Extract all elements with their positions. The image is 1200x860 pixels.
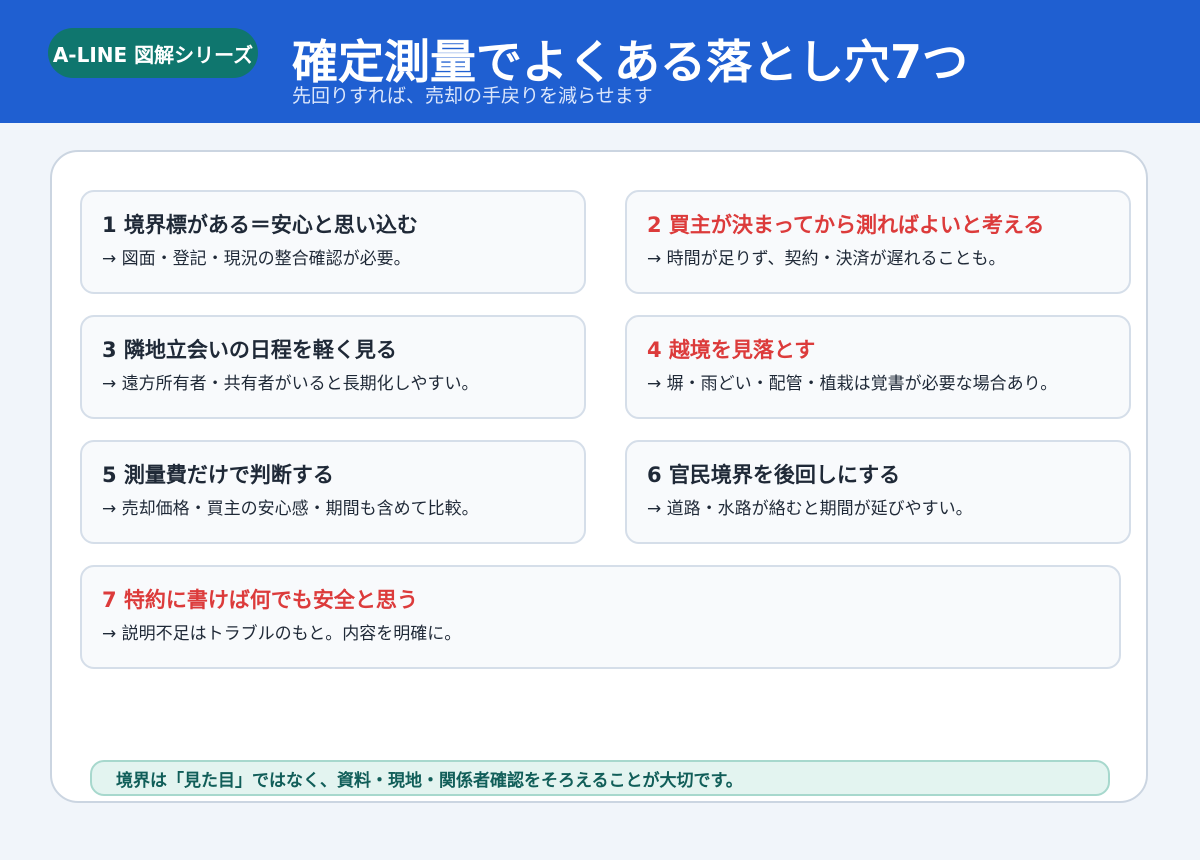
- pitfall-card-desc: → 遠方所有者・共有者がいると長期化しやすい。: [102, 374, 479, 394]
- pitfall-card-title: 1 境界標がある＝安心と思い込む: [102, 213, 418, 237]
- pitfall-card-desc: → 時間が足りず、契約・決済が遅れることも。: [647, 249, 1006, 269]
- pitfall-card-desc: → 売却価格・買主の安心感・期間も含めて比較。: [102, 499, 479, 519]
- series-badge: A-LINE 図解シリーズ: [48, 28, 258, 78]
- pitfall-card-title: 6 官民境界を後回しにする: [647, 463, 901, 487]
- pitfall-card-desc: → 説明不足はトラブルのもと。内容を明確に。: [102, 624, 462, 644]
- header-banner: A-LINE 図解シリーズ 確定測量でよくある落とし穴7つ 先回りすれば、売却の…: [0, 0, 1200, 123]
- summary-note: 境界は「見た目」ではなく、資料・現地・関係者確認をそろえることが大切です。: [90, 760, 1110, 796]
- page-subtitle: 先回りすれば、売却の手戻りを減らせます: [292, 85, 653, 107]
- pitfall-card-desc: → 図面・登記・現況の整合確認が必要。: [102, 249, 411, 269]
- pitfall-card-title: 5 測量費だけで判断する: [102, 463, 334, 487]
- pitfall-card-title: 2 買主が決まってから測ればよいと考える: [647, 213, 1045, 237]
- pitfall-card-5: 5 測量費だけで判断する → 売却価格・買主の安心感・期間も含めて比較。: [80, 440, 586, 544]
- pitfall-card-6: 6 官民境界を後回しにする → 道路・水路が絡むと期間が延びやすい。: [625, 440, 1131, 544]
- pitfall-card-2: 2 買主が決まってから測ればよいと考える → 時間が足りず、契約・決済が遅れるこ…: [625, 190, 1131, 294]
- pitfall-card-title: 3 隣地立会いの日程を軽く見る: [102, 338, 397, 362]
- pitfall-card-7: 7 特約に書けば何でも安全と思う → 説明不足はトラブルのもと。内容を明確に。: [80, 565, 1121, 669]
- pitfall-card-1: 1 境界標がある＝安心と思い込む → 図面・登記・現況の整合確認が必要。: [80, 190, 586, 294]
- pitfall-card-title: 4 越境を見落とす: [647, 338, 816, 362]
- pitfall-card-3: 3 隣地立会いの日程を軽く見る → 遠方所有者・共有者がいると長期化しやすい。: [80, 315, 586, 419]
- pitfall-card-desc: → 塀・雨どい・配管・植栽は覚書が必要な場合あり。: [647, 374, 1058, 394]
- pitfall-card-4: 4 越境を見落とす → 塀・雨どい・配管・植栽は覚書が必要な場合あり。: [625, 315, 1131, 419]
- pitfall-card-title: 7 特約に書けば何でも安全と思う: [102, 588, 418, 612]
- pitfall-card-desc: → 道路・水路が絡むと期間が延びやすい。: [647, 499, 973, 519]
